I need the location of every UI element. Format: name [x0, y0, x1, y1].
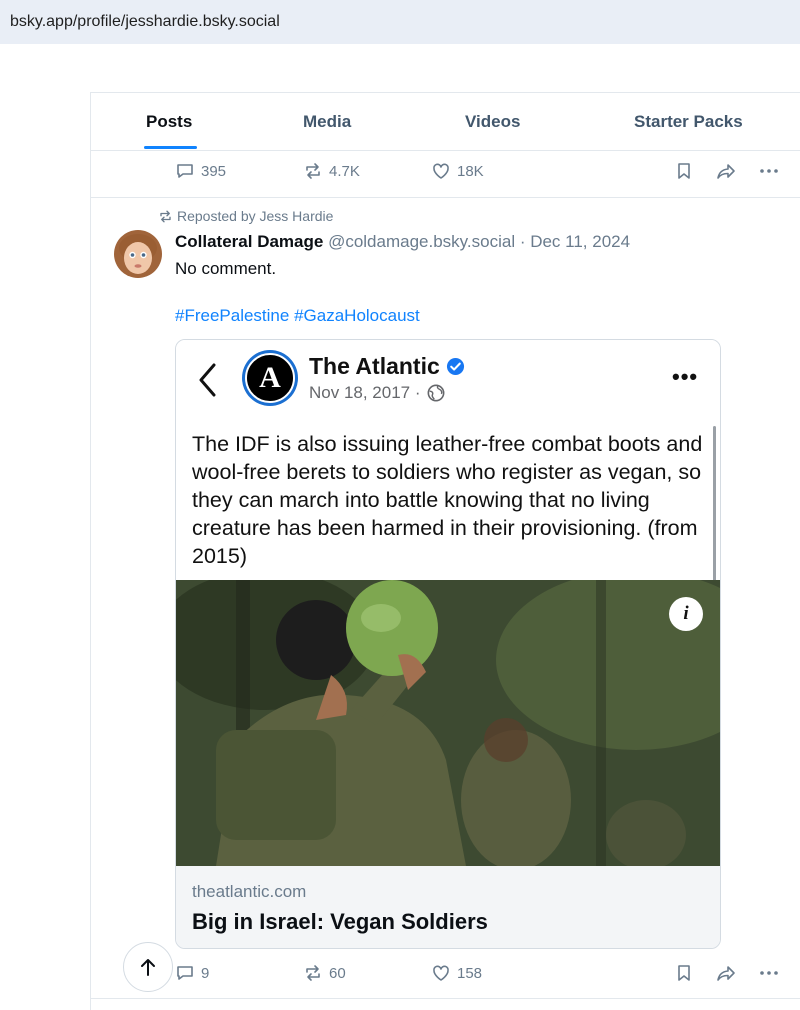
- bookmark-icon: [678, 965, 690, 981]
- reply-count: 9: [201, 964, 210, 982]
- repost-button[interactable]: 60: [303, 963, 346, 983]
- more-icon: [760, 169, 778, 173]
- more-icon: [760, 971, 778, 975]
- repost-label[interactable]: Reposted by Jess Hardie: [158, 208, 333, 224]
- globe-icon: [427, 384, 444, 402]
- reply-count: 395: [201, 162, 227, 180]
- source-date-row: Nov 18, 2017 ·: [309, 383, 445, 403]
- like-button[interactable]: 158: [431, 963, 482, 983]
- hashtag-link[interactable]: #FreePalestine: [175, 306, 289, 325]
- like-count: 158: [457, 964, 483, 982]
- tab-posts[interactable]: Posts: [146, 112, 192, 132]
- avatar[interactable]: [114, 230, 162, 278]
- share-icon: [717, 164, 735, 179]
- prev-post-actions: 395 4.7K 18K: [91, 161, 800, 185]
- bookmark-button[interactable]: [674, 963, 694, 983]
- source-name-row: The Atlantic: [309, 353, 465, 380]
- tab-videos[interactable]: Videos: [465, 112, 520, 132]
- soldier-photo-illustration: [176, 580, 720, 866]
- more-options-button[interactable]: [759, 963, 779, 983]
- logo-letter: A: [245, 353, 295, 403]
- link-preview: theatlantic.com Big in Israel: Vegan Sol…: [176, 866, 720, 948]
- link-domain: theatlantic.com: [192, 882, 307, 901]
- browser-address-bar[interactable]: bsky.app/profile/jesshardie.bsky.social: [0, 0, 800, 44]
- embedded-screenshot[interactable]: A The Atlantic Nov 18, 2017 · ••• The ID…: [175, 339, 721, 949]
- url-text[interactable]: bsky.app/profile/jesshardie.bsky.social: [10, 13, 280, 31]
- like-icon: [433, 163, 449, 179]
- post-author-line: Collateral Damage @coldamage.bsky.social…: [175, 232, 630, 252]
- share-button[interactable]: [715, 963, 737, 983]
- hashtag-link[interactable]: #GazaHolocaust: [294, 306, 420, 325]
- post-divider: [91, 197, 800, 198]
- article-photo: i: [176, 580, 720, 866]
- verified-icon: [446, 357, 464, 376]
- post-divider: [91, 998, 800, 999]
- chevron-left-icon: [199, 363, 216, 397]
- tab-starter-packs[interactable]: Starter Packs: [634, 112, 743, 132]
- profile-feed: Posts Media Videos Starter Packs 395 4.7…: [90, 92, 800, 1010]
- reply-button[interactable]: 395: [175, 161, 226, 181]
- reply-icon: [177, 164, 193, 178]
- profile-tabs: Posts Media Videos Starter Packs: [91, 93, 800, 151]
- bookmark-icon: [678, 163, 690, 179]
- like-button[interactable]: 18K: [431, 161, 484, 181]
- avatar-face: [119, 234, 157, 274]
- like-icon: [433, 965, 449, 981]
- scrollbar: [713, 426, 716, 581]
- repost-count: 4.7K: [329, 162, 360, 180]
- source-name: The Atlantic: [309, 353, 440, 379]
- source-date: Nov 18, 2017 ·: [309, 383, 421, 402]
- like-count: 18K: [457, 162, 484, 180]
- more-options-button[interactable]: [759, 161, 779, 181]
- link-title: Big in Israel: Vegan Soldiers: [192, 909, 488, 934]
- embedded-facebook-post: A The Atlantic Nov 18, 2017 · ••• The ID…: [176, 340, 720, 866]
- repost-icon: [306, 965, 320, 981]
- post-actions: 9 60 158: [91, 963, 800, 987]
- author-handle-date[interactable]: @coldamage.bsky.social · Dec 11, 2024: [323, 232, 630, 251]
- repost-label-text: Reposted by Jess Hardie: [177, 208, 334, 224]
- reply-icon: [177, 966, 193, 980]
- info-icon: i: [669, 597, 703, 631]
- tab-media[interactable]: Media: [303, 112, 351, 132]
- repost-icon: [306, 163, 320, 179]
- repost-icon: [160, 210, 171, 222]
- share-button[interactable]: [715, 161, 737, 181]
- bookmark-button[interactable]: [674, 161, 694, 181]
- share-icon: [717, 966, 735, 981]
- post-text: No comment.: [175, 259, 277, 278]
- author-name[interactable]: Collateral Damage: [175, 232, 323, 251]
- embed-more-icon: •••: [672, 364, 699, 389]
- source-body-text: The IDF is also issuing leather-free com…: [192, 432, 703, 568]
- source-logo: A: [242, 350, 298, 406]
- active-tab-indicator: [144, 146, 197, 149]
- repost-count: 60: [329, 964, 346, 982]
- reply-button[interactable]: 9: [175, 963, 209, 983]
- repost-button[interactable]: 4.7K: [303, 161, 360, 181]
- post-hashtags: #FreePalestine #GazaHolocaust: [175, 306, 420, 326]
